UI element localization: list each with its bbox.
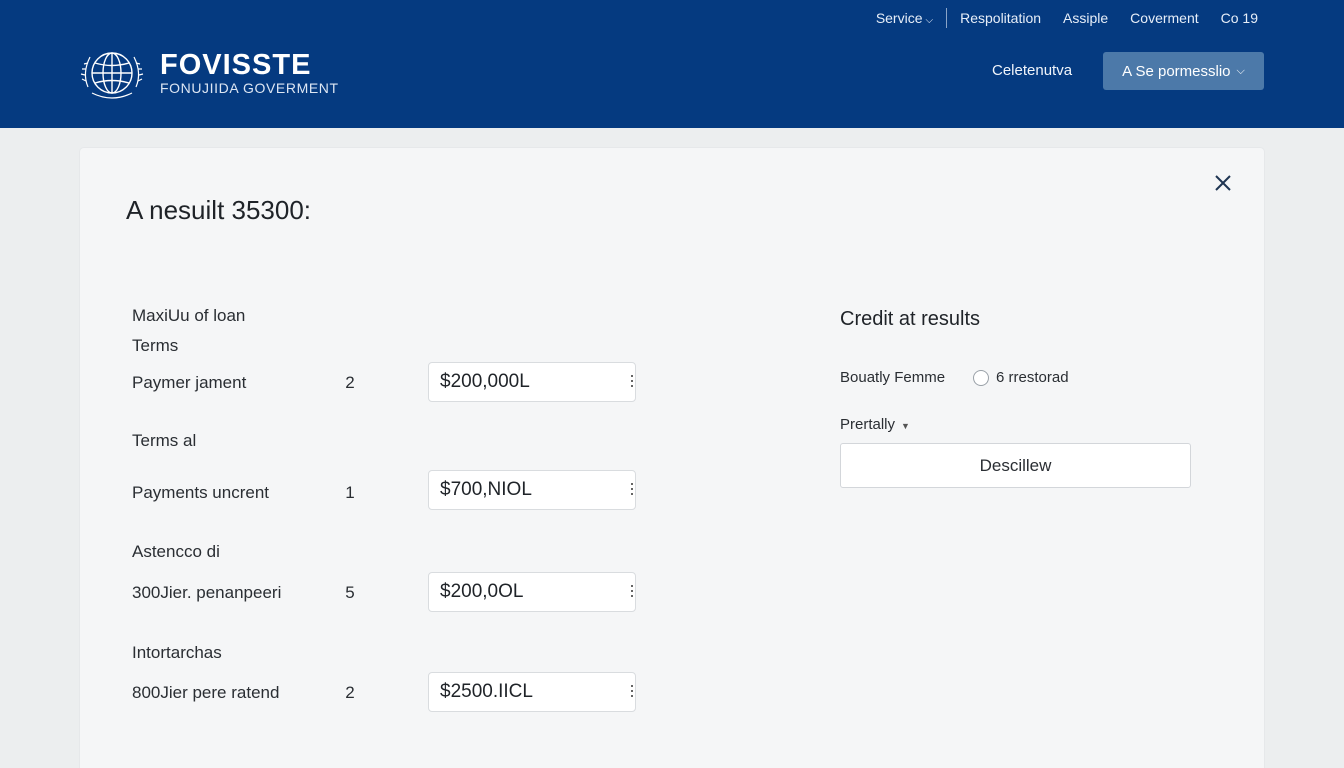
radio-circle[interactable] [973,369,989,386]
more-options-icon[interactable] [629,375,635,391]
site-header: Service ⌵ Respolitation Assiple Coverment… [0,0,1344,128]
row-count: 2 [345,373,355,392]
site-logo[interactable]: FOVISSTE FONUJIIDA GOVERMENT [78,43,339,103]
radio-label: 6 rrestorad [996,369,1069,386]
section-label: Intortarchas [132,643,222,662]
amount-value: $2500.IICL [440,681,533,702]
row-label: Paymer jament [132,373,247,392]
header-link[interactable]: Celetenutva [992,62,1072,79]
nav-assiple[interactable]: Assiple [1052,10,1119,26]
section-label: Astencco di [132,542,220,561]
row-label: Payments uncrent [132,483,270,502]
section-label: MaxiUu of loan [132,306,246,325]
nav-divider [946,8,948,28]
card-title: A nesuilt 35300: [126,195,312,225]
chevron-down-icon: ⌵ [925,15,934,26]
dropdown-label: Prertally [840,416,896,433]
descillew-button[interactable]: Descillew [840,443,1191,488]
more-options-icon[interactable] [629,483,635,499]
row-label: 800Jier pere ratend [132,683,280,702]
logo-name: FOVISSTE [160,49,312,81]
row-count: 1 [345,483,355,502]
amount-value: $700,NIOL [440,479,532,500]
amount-field[interactable]: $200,0OL [428,572,636,612]
amount-field[interactable]: $200,000L [428,362,636,402]
amount-field[interactable]: $700,NIOL [428,470,636,510]
right-panel-title: Credit at results [840,308,981,330]
nav-co19[interactable]: Co 19 [1210,10,1258,26]
nav-service-label: Service [875,10,923,26]
close-icon[interactable] [1212,172,1234,194]
amount-value: $200,0OL [440,581,524,602]
nav-respolitation[interactable]: Respolitation [949,10,1052,26]
logo-text: FOVISSTE FONUJIIDA GOVERMENT [160,50,339,96]
chevron-down-icon: ⌵ [1236,64,1245,77]
header-dropdown-button[interactable]: A Se pormesslio ⌵ [1103,52,1264,90]
utility-nav: Service ⌵ Respolitation Assiple Coverment… [865,8,1258,28]
nav-coverment[interactable]: Coverment [1119,10,1209,26]
field-label: Bouatly Femme [840,369,946,386]
row-count: 5 [345,583,355,602]
row-label: 300Jier. penanpeeri [132,583,282,602]
globe-seal-icon [80,52,144,99]
amount-value: $200,000L [440,371,530,392]
prertally-dropdown[interactable]: Prertally ▼ [840,416,910,433]
more-options-icon[interactable] [629,585,635,601]
row-count: 2 [345,683,355,702]
section-label: Terms [132,336,179,355]
more-options-icon[interactable] [629,685,635,701]
results-card: A nesuilt 35300: MaxiUu of loan Terms Pa… [80,148,1264,768]
restored-radio[interactable]: 6 rrestorad [973,369,1069,386]
logo-subtitle: FONUJIIDA GOVERMENT [160,80,339,96]
amount-field[interactable]: $2500.IICL [428,672,636,712]
nav-service[interactable]: Service ⌵ [865,10,944,26]
section-label: Terms al [132,431,197,450]
chevron-down-icon: ▼ [901,421,910,431]
header-button-label: A Se pormesslio [1122,62,1231,80]
